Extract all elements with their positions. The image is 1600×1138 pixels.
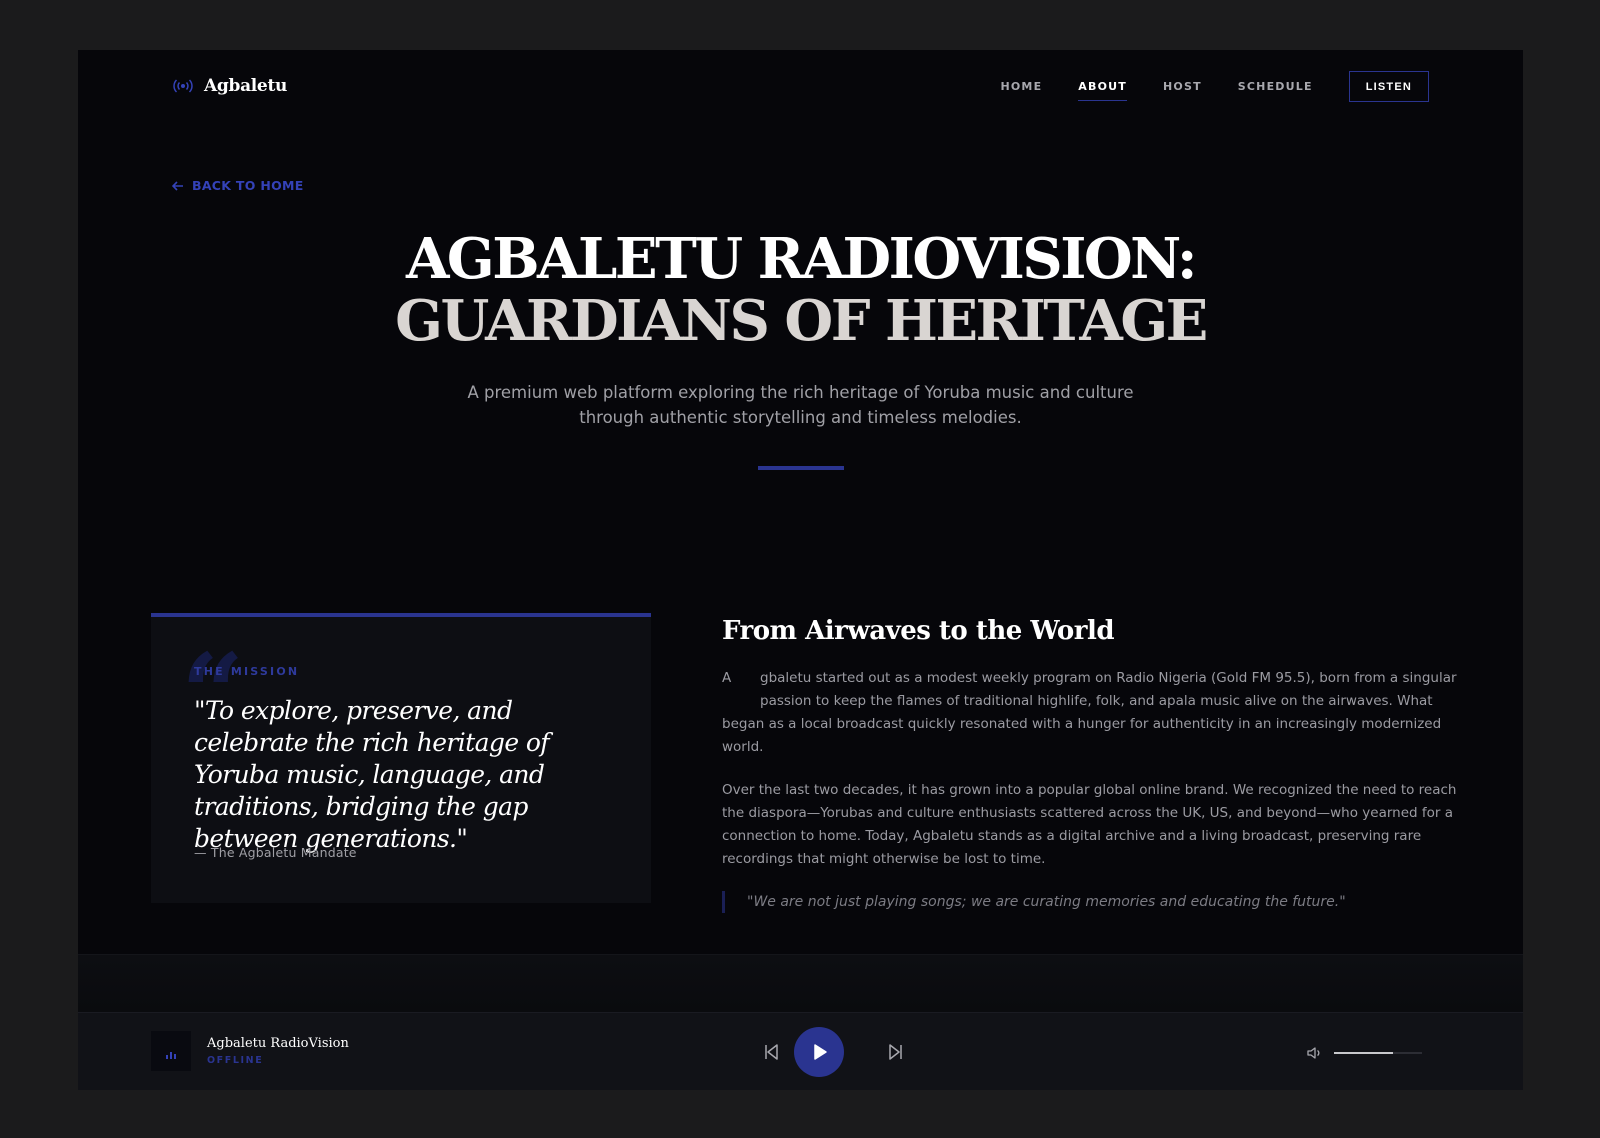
nav-link-about[interactable]: ABOUT [1078, 72, 1127, 101]
previous-track-button[interactable] [761, 1041, 783, 1063]
title-line-2: GUARDIANS OF HERITAGE [395, 288, 1208, 354]
back-to-home-link[interactable]: BACK TO HOME [172, 178, 304, 193]
next-track-button[interactable] [884, 1041, 906, 1063]
play-icon [814, 1044, 827, 1060]
mission-quote: "To explore, preserve, and celebrate the… [194, 696, 550, 853]
page-title: AGBALETU RADIOVISION: GUARDIANS OF HERIT… [78, 228, 1523, 352]
story-paragraph-1: A gbaletu started out as a modest weekly… [722, 667, 1462, 759]
section-divider-strip [78, 954, 1523, 1012]
pull-quote: "We are not just playing songs; we are c… [722, 891, 1462, 913]
brand-logo[interactable]: Agbaletu [172, 76, 287, 96]
volume-icon[interactable] [1306, 1046, 1322, 1060]
mission-label: THE MISSION [194, 665, 300, 678]
arrow-left-icon [172, 180, 183, 191]
story-paragraph-1-lead: gbaletu started out as a modest weekly p… [760, 670, 1457, 709]
nav-link-schedule[interactable]: SCHEDULE [1238, 72, 1313, 101]
equalizer-bars-icon [151, 1031, 191, 1071]
top-nav: Agbaletu HOME ABOUT HOST SCHEDULE LISTEN [78, 50, 1523, 122]
volume-slider[interactable] [1334, 1052, 1422, 1054]
player-station-name: Agbaletu RadioVision [207, 1036, 349, 1051]
story-title: From Airwaves to the World [722, 616, 1115, 646]
story-paragraph-1-rest: began as a local broadcast quickly reson… [722, 716, 1442, 755]
nav-link-home[interactable]: HOME [1000, 72, 1042, 101]
play-button[interactable] [794, 1027, 844, 1077]
hero-divider [758, 466, 844, 470]
mission-signature: — The Agbaletu Mandate [194, 845, 357, 860]
volume-slider-fill [1334, 1052, 1393, 1054]
brand-name: Agbaletu [204, 76, 288, 96]
story-paragraph-2: Over the last two decades, it has grown … [722, 782, 1457, 867]
app-frame: Agbaletu HOME ABOUT HOST SCHEDULE LISTEN… [78, 50, 1523, 1090]
nav-link-host[interactable]: HOST [1163, 72, 1202, 101]
hero-subtitle: A premium web platform exploring the ric… [467, 383, 1134, 427]
player-status: OFFLINE [207, 1055, 264, 1066]
back-label: BACK TO HOME [192, 178, 304, 193]
title-line-1: AGBALETU RADIOVISION: [405, 226, 1198, 292]
nav-links: HOME ABOUT HOST SCHEDULE LISTEN [964, 71, 1429, 102]
mission-card: “ THE MISSION "To explore, preserve, and… [151, 613, 651, 903]
drop-cap: A [722, 670, 732, 686]
skip-forward-icon [889, 1044, 902, 1060]
listen-button[interactable]: LISTEN [1348, 71, 1429, 102]
radio-waves-icon [173, 79, 193, 93]
story-section: From Airwaves to the World A gbaletu sta… [722, 613, 1462, 913]
audio-player: Agbaletu RadioVision OFFLINE [78, 1012, 1523, 1090]
skip-back-icon [765, 1044, 778, 1060]
